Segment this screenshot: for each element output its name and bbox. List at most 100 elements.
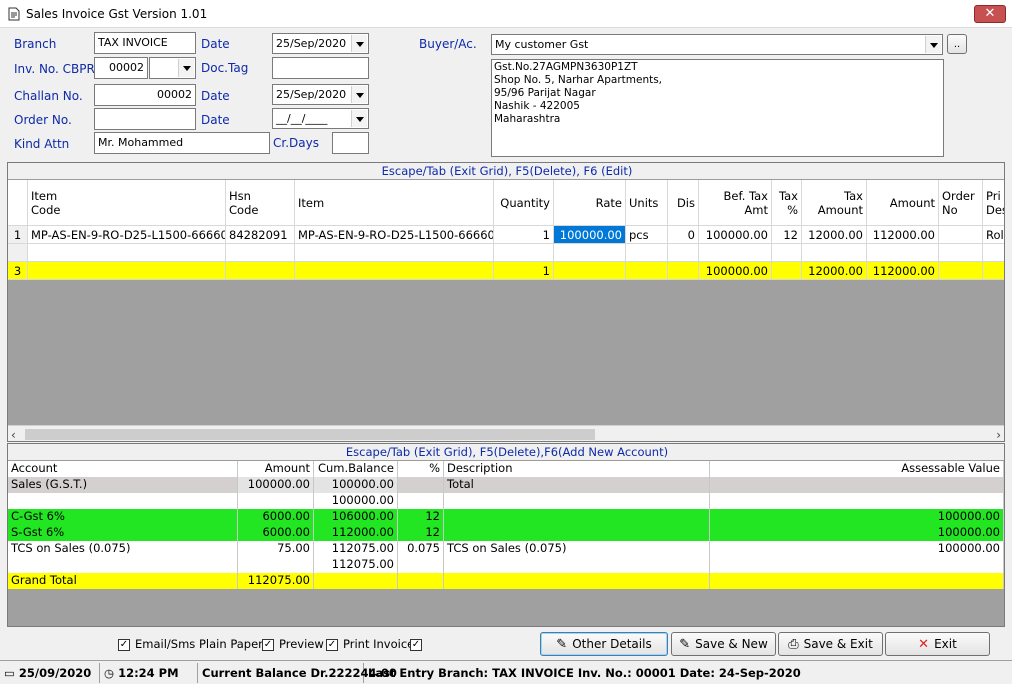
cell-rate[interactable] [554,244,626,262]
items-grid[interactable]: Escape/Tab (Exit Grid), F5(Delete), F6 (… [7,162,1005,442]
buyer-more-button[interactable]: .. [947,34,967,54]
cell-account[interactable]: C-Gst 6% [8,509,238,525]
email-sms-checkbox[interactable]: ✓ [118,639,130,651]
cell-rate[interactable]: 100000.00 [554,226,626,244]
cell-cum-balance[interactable]: 100000.00 [314,493,398,509]
other-details-button[interactable]: ✎ Other Details [540,632,668,656]
cell-hsn-code[interactable]: 84282091 [226,226,295,244]
cell-account[interactable]: Sales (G.S.T.) [8,477,238,493]
cell-cum-balance[interactable]: 112075.00 [314,541,398,557]
table-row[interactable]: C-Gst 6% 6000.00 106000.00 12 100000.00 [8,509,1004,525]
cell-amount[interactable]: 6000.00 [238,509,314,525]
cell-assessable-value[interactable] [710,477,1004,493]
preview-checkbox[interactable]: ✓ [326,639,338,651]
cell-account[interactable]: S-Gst 6% [8,525,238,541]
cell-row-num[interactable]: 1 [8,226,28,244]
challan-field[interactable]: 00002 [94,84,196,106]
branch-field[interactable]: TAX INVOICE [94,32,196,54]
cell-hsn-code[interactable] [226,244,295,262]
cell-item-code[interactable] [28,262,226,280]
cell-description[interactable] [444,557,710,573]
cell-percent[interactable] [398,493,444,509]
cell-cum-balance[interactable]: 112075.00 [314,557,398,573]
cell-item-code[interactable]: MP-AS-EN-9-RO-D25-L1500-66660 [28,226,226,244]
cell-percent[interactable] [398,557,444,573]
header-discount[interactable]: Dis [668,180,699,226]
accounts-header-row[interactable]: Account Amount Cum.Balance% Description Asse… [8,461,1004,477]
cell-description[interactable] [444,525,710,541]
header-units[interactable]: Units [626,180,668,226]
cell-row-num[interactable]: 3 [8,262,28,280]
header-row-num[interactable] [8,180,28,226]
cell-percent[interactable]: 12 [398,525,444,541]
cell-assessable-value[interactable] [710,493,1004,509]
cell-description[interactable] [444,573,710,589]
cell-item[interactable]: MP-AS-EN-9-RO-D25-L1500-66660 [295,226,494,244]
table-row[interactable]: Grand Total 112075.00 [8,573,1004,589]
header-price-description[interactable]: Pri Des [983,180,1004,226]
cell-amount[interactable]: 112075.00 [238,573,314,589]
cell-amount[interactable] [238,557,314,573]
cell-quantity[interactable]: 1 [494,226,554,244]
cell-before-tax-amount[interactable]: 100000.00 [699,262,772,280]
header-item-code[interactable]: Item Code [28,180,226,226]
cell-account[interactable] [8,557,238,573]
cell-percent[interactable]: 0.075 [398,541,444,557]
cell-tax-amount[interactable]: 12000.00 [802,226,867,244]
cell-assessable-value[interactable] [710,557,1004,573]
cell-amount[interactable]: 112000.00 [867,226,939,244]
scroll-left-icon[interactable]: ‹ [11,428,16,441]
close-button[interactable]: ✕ [974,5,1006,23]
order-date-field[interactable]: __/__/____ [272,108,369,129]
buyer-select[interactable]: My customer Gst [491,34,943,55]
header-quantity[interactable]: Quantity [494,180,554,226]
cell-price-description[interactable] [983,244,1004,262]
cell-rate[interactable] [554,262,626,280]
doctag-field[interactable] [272,57,369,79]
table-row[interactable]: 3 1 100000.00 12000.00 112000.00 [8,262,1004,280]
header-before-tax-amount[interactable]: Bef. Tax Amt [699,180,772,226]
header-amount[interactable]: Amount [238,461,314,477]
chevron-down-icon[interactable] [925,36,941,53]
header-description[interactable]: Description [444,461,710,477]
cell-assessable-value[interactable]: 100000.00 [710,509,1004,525]
header-item[interactable]: Item [295,180,494,226]
scroll-right-icon[interactable]: › [996,428,1001,441]
cell-description[interactable] [444,509,710,525]
cell-units[interactable]: pcs [626,226,668,244]
cell-amount[interactable]: 112000.00 [867,262,939,280]
cell-amount[interactable]: 100000.00 [238,477,314,493]
header-assessable-value[interactable]: Assessable Value [710,461,1004,477]
chevron-down-icon[interactable] [351,35,367,52]
cell-before-tax-amount[interactable] [699,244,772,262]
cell-quantity[interactable]: 1 [494,262,554,280]
cell-units[interactable] [626,244,668,262]
cell-percent[interactable]: 12 [398,509,444,525]
cell-price-description[interactable]: Rol [983,226,1004,244]
cell-before-tax-amount[interactable]: 100000.00 [699,226,772,244]
table-row[interactable]: 112075.00 [8,557,1004,573]
scrollbar-thumb[interactable] [25,429,595,440]
header-tax-amount[interactable]: Tax Amount [802,180,867,226]
header-order-no[interactable]: Order No [939,180,983,226]
cell-account[interactable]: TCS on Sales (0.075) [8,541,238,557]
chevron-down-icon[interactable] [178,59,194,77]
cell-amount[interactable]: 75.00 [238,541,314,557]
cell-amount[interactable] [867,244,939,262]
cell-amount[interactable] [238,493,314,509]
cell-description[interactable] [444,493,710,509]
cell-discount[interactable] [668,262,699,280]
cell-cum-balance[interactable]: 112000.00 [314,525,398,541]
cell-tax-percent[interactable] [772,262,802,280]
exit-button[interactable]: ✕ Exit [885,632,990,656]
cell-description[interactable]: Total [444,477,710,493]
cell-item-code[interactable] [28,244,226,262]
invoice-number-field[interactable]: 00002 [94,57,148,79]
chevron-down-icon[interactable] [351,110,367,127]
cell-item[interactable] [295,244,494,262]
cell-cum-balance[interactable] [314,573,398,589]
cell-percent[interactable] [398,573,444,589]
cell-hsn-code[interactable] [226,262,295,280]
cell-order-no[interactable] [939,226,983,244]
cell-quantity[interactable] [494,244,554,262]
